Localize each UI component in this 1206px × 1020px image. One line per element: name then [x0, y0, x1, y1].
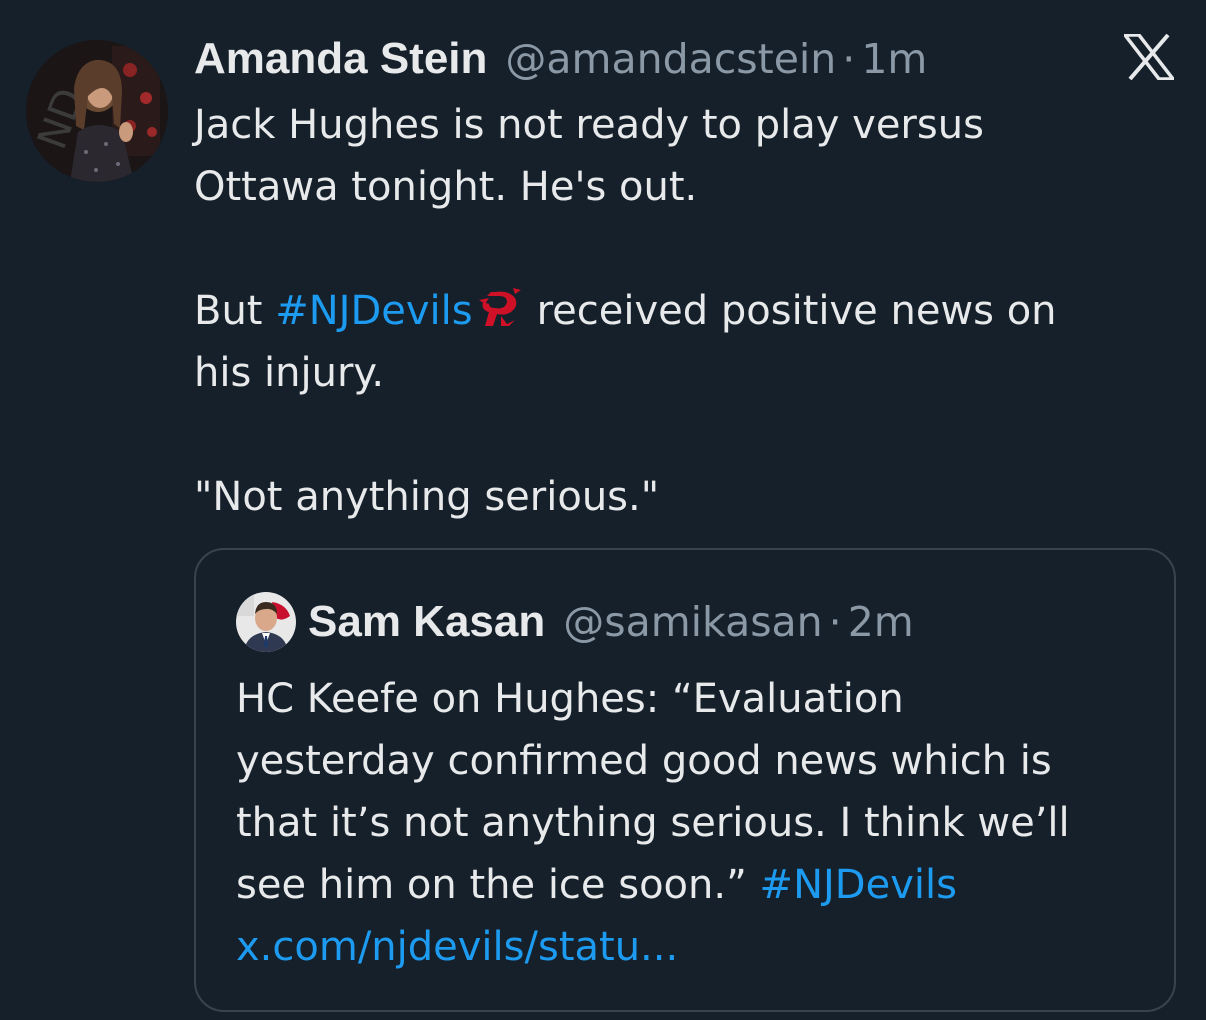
author-avatar[interactable]: ND: [26, 40, 168, 182]
post-text-line: "Not anything serious.": [194, 474, 660, 520]
quoted-post-header: Sam Kasan @samikasan · 2m: [308, 592, 914, 652]
hashtag-link[interactable]: #NJDevils: [760, 862, 957, 908]
separator-dot: ·: [828, 598, 842, 646]
post-text-line: his injury.: [194, 350, 385, 396]
quoted-text-line: HC Keefe on Hughes: “Evaluation: [236, 676, 904, 722]
post-text-segment: But: [194, 288, 276, 334]
x-logo-icon[interactable]: [1121, 33, 1177, 81]
author-name[interactable]: Amanda Stein: [194, 34, 487, 84]
quoted-text-line: see him on the ice soon.” #NJDevils: [236, 854, 1156, 916]
hashtag-link[interactable]: #NJDevils: [275, 288, 472, 334]
quoted-author-handle[interactable]: @samikasan: [563, 598, 822, 646]
nj-devils-logo-emoji: [475, 286, 523, 330]
quoted-post-card[interactable]: Sam Kasan @samikasan · 2m HC Keefe on Hu…: [194, 548, 1176, 1012]
quoted-text-line: that it’s not anything serious. I think …: [236, 800, 1070, 846]
post-timestamp[interactable]: 1m: [861, 35, 927, 83]
post-text-segment: received positive news on: [536, 288, 1057, 334]
quoted-text-segment: see him on the ice soon.”: [236, 862, 760, 908]
quoted-text-line: yesterday confirmed good news which is: [236, 738, 1052, 784]
post-header: Amanda Stein @amandacstein · 1m: [194, 34, 927, 90]
quoted-author-name[interactable]: Sam Kasan: [308, 597, 545, 647]
post-text-line: Jack Hughes is not ready to play versus: [194, 102, 984, 148]
author-avatar-image: ND: [26, 40, 168, 182]
separator-dot: ·: [842, 35, 856, 83]
status-url-link[interactable]: x.com/njdevils/statu...: [236, 916, 1156, 978]
quoted-post-timestamp[interactable]: 2m: [848, 598, 914, 646]
quoted-author-avatar-image: [236, 592, 296, 652]
post-text: Jack Hughes is not ready to play versus …: [194, 94, 1154, 528]
quoted-author-avatar[interactable]: [236, 592, 296, 652]
tweet: ND Amanda Stein @amandacstein · 1m Jack …: [0, 0, 1206, 1020]
post-text-line: But #NJDevils received positive news on: [194, 280, 1154, 342]
quoted-post-text: HC Keefe on Hughes: “Evaluation yesterda…: [236, 668, 1156, 978]
post-text-line: Ottawa tonight. He's out.: [194, 164, 698, 210]
author-handle[interactable]: @amandacstein: [505, 35, 836, 83]
